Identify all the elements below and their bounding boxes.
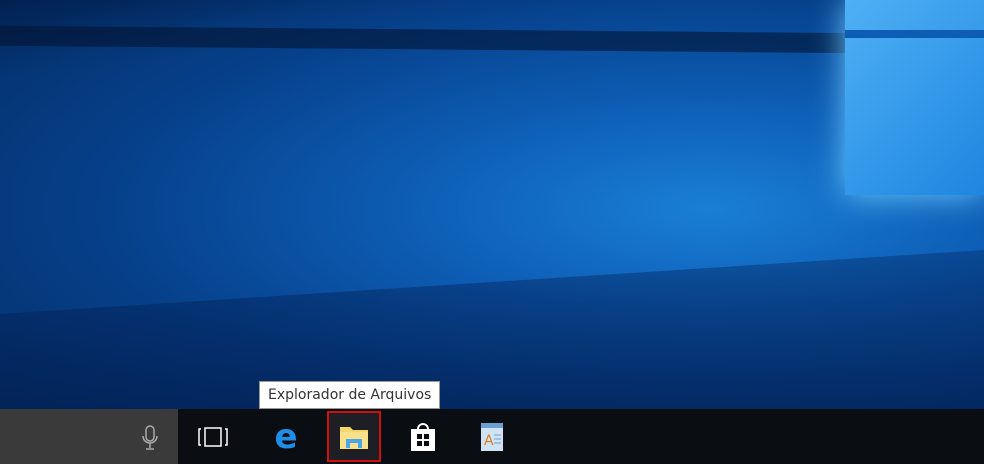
file-explorer-button[interactable] <box>327 411 381 462</box>
taskbar: e A <box>0 409 984 464</box>
wordpad-button[interactable]: A <box>464 409 520 464</box>
folder-icon <box>340 426 368 449</box>
store-icon <box>411 422 435 451</box>
store-button[interactable] <box>395 409 451 464</box>
tooltip: Explorador de Arquivos <box>259 381 441 409</box>
task-view-icon <box>198 426 228 447</box>
microphone-icon[interactable] <box>141 425 159 451</box>
task-view-button[interactable] <box>185 409 241 464</box>
svg-text:A: A <box>484 433 494 449</box>
edge-icon: e <box>274 416 298 457</box>
wordpad-icon: A <box>481 422 503 451</box>
edge-button[interactable]: e <box>258 409 314 464</box>
search-box[interactable] <box>0 409 178 464</box>
windows-logo-light <box>845 0 984 195</box>
